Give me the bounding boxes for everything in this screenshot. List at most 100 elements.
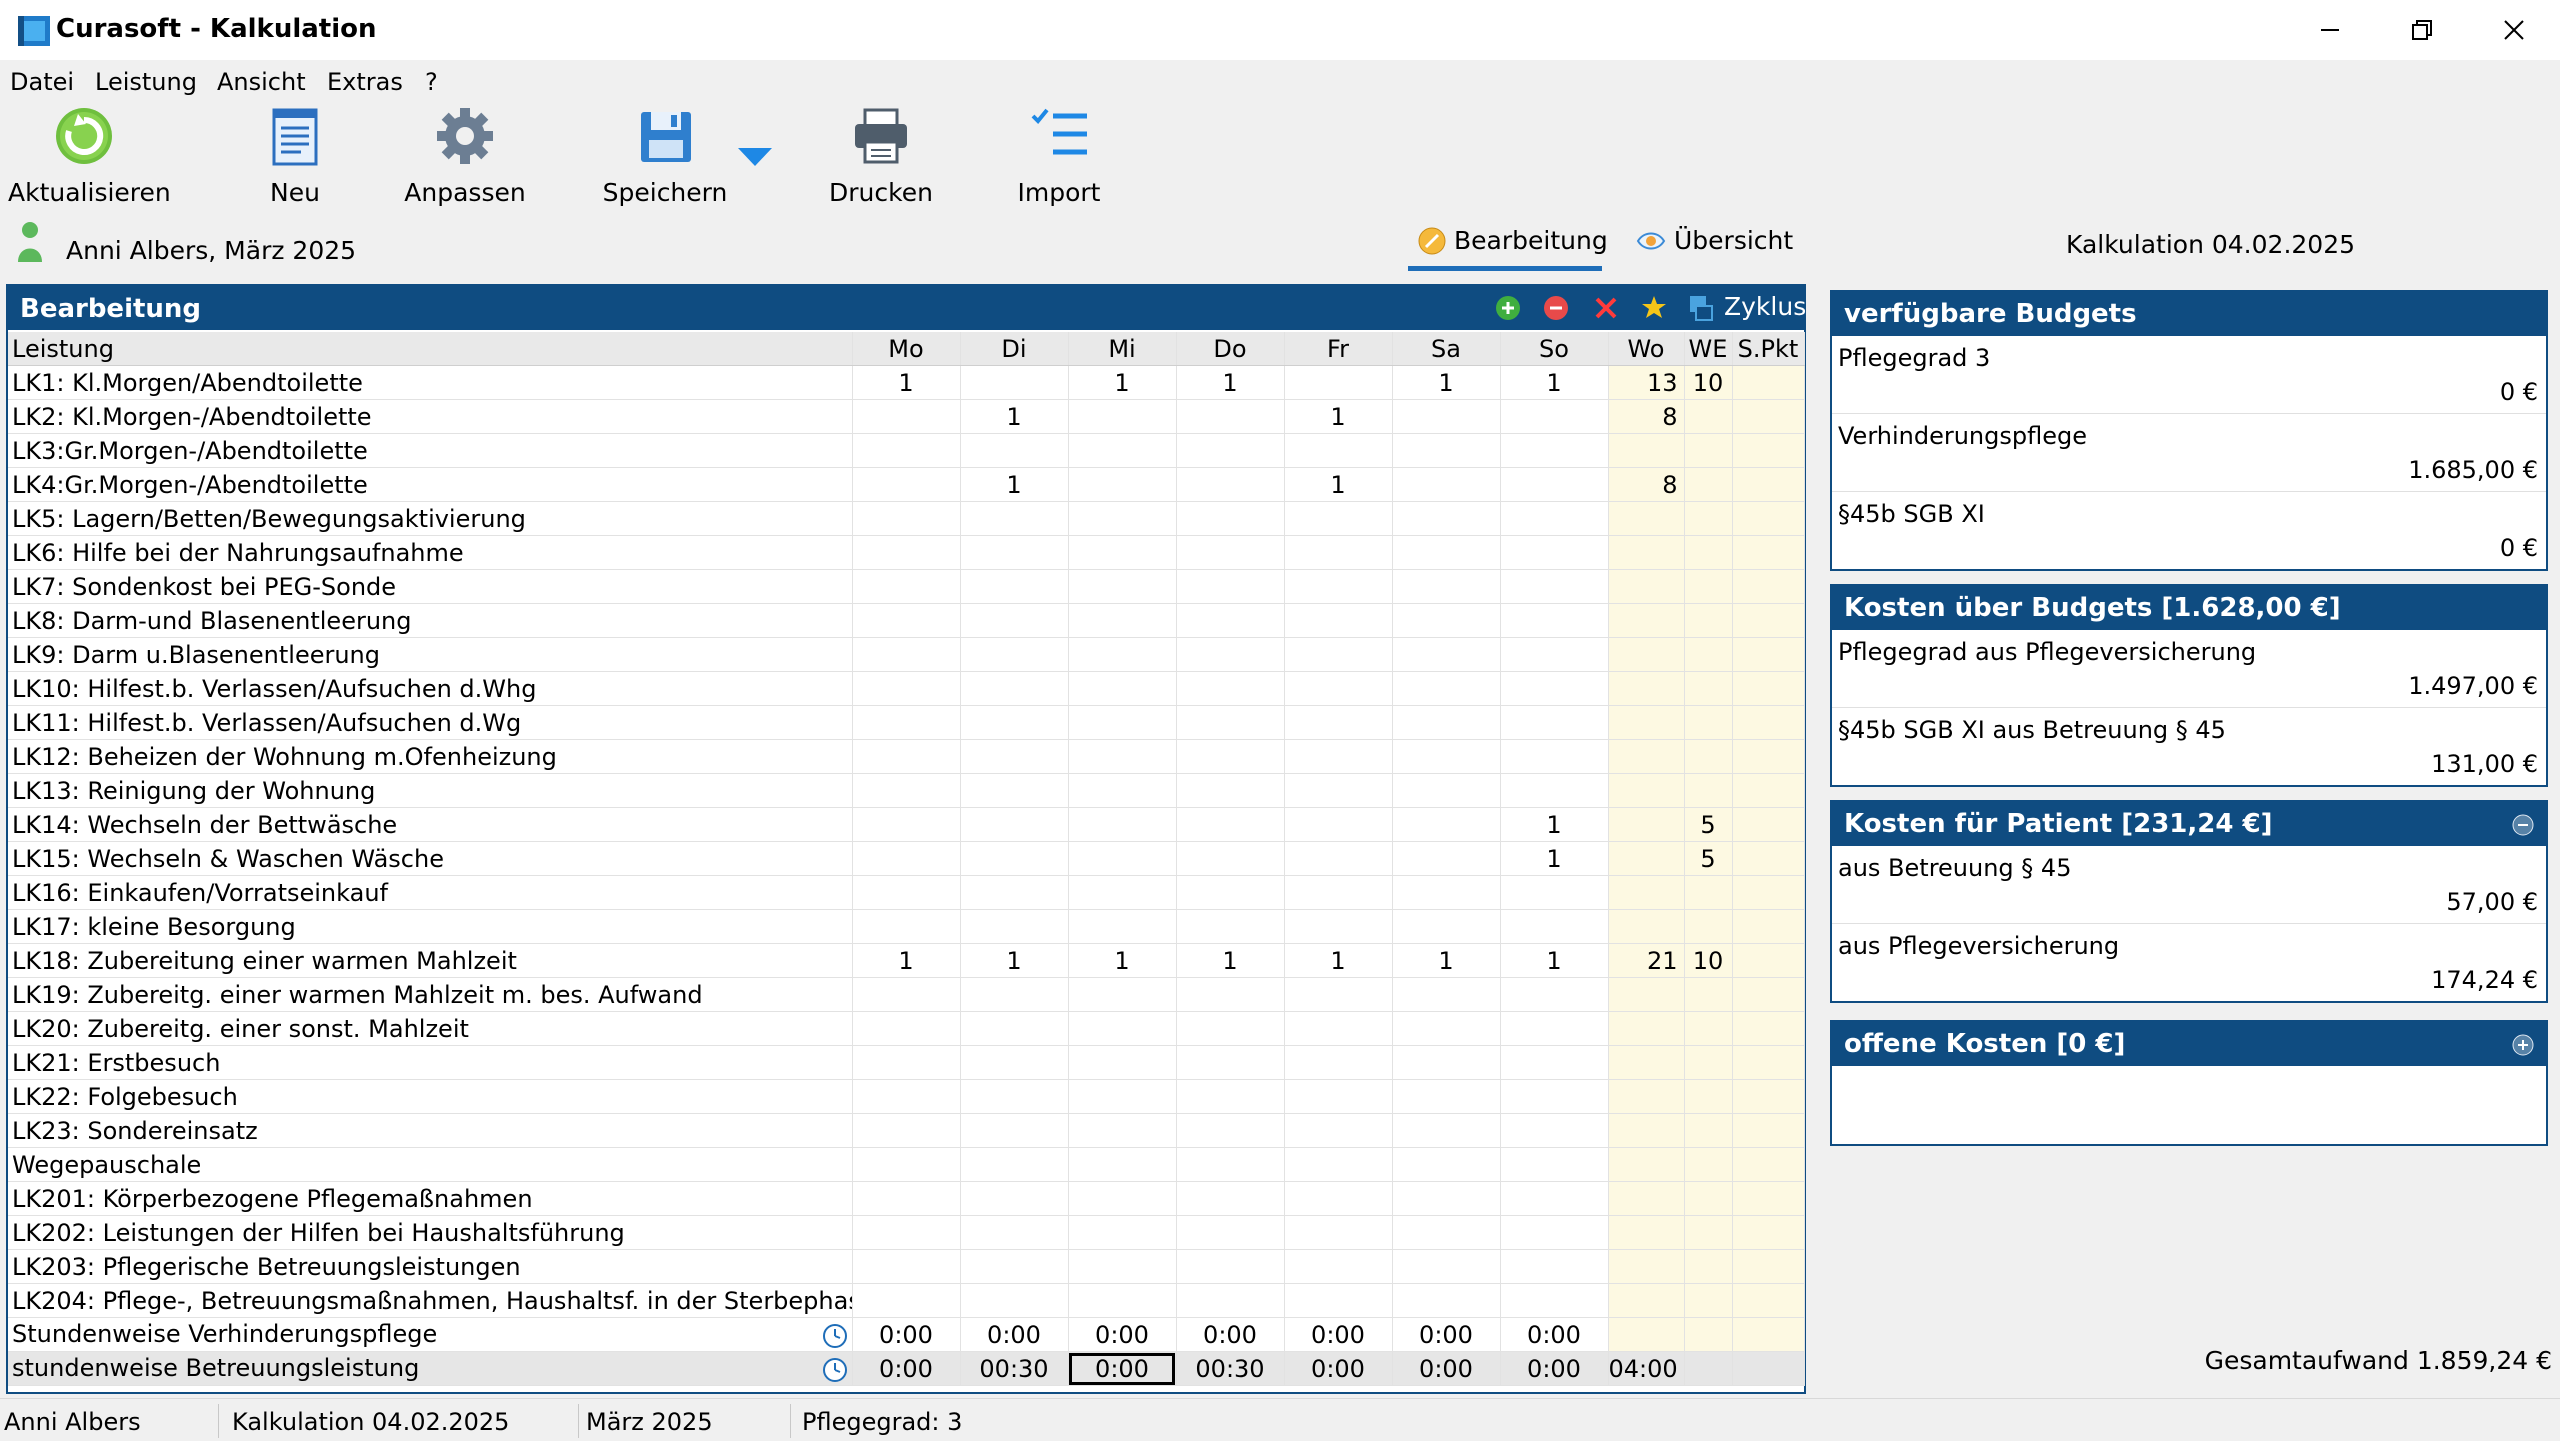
value-cell[interactable] (1500, 977, 1609, 1012)
value-cell[interactable]: 0:00 (852, 1317, 961, 1352)
value-cell[interactable] (1392, 1045, 1501, 1080)
value-cell[interactable] (960, 909, 1069, 944)
menu-extras[interactable]: Extras (327, 68, 403, 96)
value-cell[interactable] (960, 1181, 1069, 1216)
value-cell[interactable] (1392, 977, 1501, 1012)
value-cell[interactable] (1392, 1249, 1501, 1284)
value-cell[interactable] (1176, 535, 1285, 570)
value-cell[interactable] (1068, 705, 1177, 740)
service-row[interactable]: LK20: Zubereitg. einer sonst. Mahlzeit (8, 1011, 1805, 1046)
cycle-icon[interactable] (1688, 294, 1714, 322)
value-cell[interactable] (1608, 705, 1685, 740)
column-header[interactable]: S.Pkt (1732, 332, 1805, 366)
value-cell[interactable] (1176, 1113, 1285, 1148)
value-cell[interactable] (1392, 467, 1501, 502)
value-cell[interactable] (1176, 1147, 1285, 1182)
value-cell[interactable] (852, 807, 961, 842)
tab-uebersicht[interactable]: Übersicht (1636, 226, 1793, 255)
value-cell[interactable] (1500, 671, 1609, 706)
service-row[interactable]: LK5: Lagern/Betten/Bewegungsaktivierung (8, 501, 1805, 536)
value-cell[interactable] (1608, 1249, 1685, 1284)
value-cell[interactable] (1284, 535, 1393, 570)
value-cell[interactable] (1392, 739, 1501, 774)
value-cell[interactable] (960, 1045, 1069, 1080)
value-cell[interactable] (1284, 807, 1393, 842)
value-cell[interactable] (852, 909, 961, 944)
service-row[interactable]: LK10: Hilfest.b. Verlassen/Aufsuchen d.W… (8, 671, 1805, 706)
menu-leistung[interactable]: Leistung (95, 68, 197, 96)
value-cell[interactable] (1732, 1283, 1805, 1318)
value-cell[interactable] (1176, 705, 1285, 740)
value-cell[interactable] (1284, 739, 1393, 774)
value-cell[interactable] (1684, 637, 1733, 672)
value-cell[interactable] (1068, 807, 1177, 842)
value-cell[interactable] (960, 671, 1069, 706)
value-cell[interactable] (960, 705, 1069, 740)
column-header[interactable]: Fr (1284, 332, 1393, 366)
delete-icon[interactable] (1592, 294, 1620, 322)
value-cell[interactable]: 10 (1684, 365, 1733, 400)
value-cell[interactable] (1392, 1147, 1501, 1182)
value-cell[interactable] (1392, 841, 1501, 876)
service-row[interactable]: LK7: Sondenkost bei PEG-Sonde (8, 569, 1805, 604)
value-cell[interactable] (1176, 773, 1285, 808)
value-cell[interactable] (1176, 1079, 1285, 1114)
value-cell[interactable] (1068, 773, 1177, 808)
service-row[interactable]: LK202: Leistungen der Hilfen bei Haushal… (8, 1215, 1805, 1250)
value-cell[interactable] (1732, 739, 1805, 774)
value-cell[interactable] (1176, 467, 1285, 502)
value-cell[interactable] (1608, 773, 1685, 808)
column-header[interactable]: Mo (852, 332, 961, 366)
value-cell[interactable] (1176, 1215, 1285, 1250)
value-cell[interactable] (1684, 1147, 1733, 1182)
value-cell[interactable] (1500, 569, 1609, 604)
value-cell[interactable] (960, 1283, 1069, 1318)
value-cell[interactable] (852, 841, 961, 876)
value-cell[interactable] (1500, 1045, 1609, 1080)
value-cell[interactable] (1500, 909, 1609, 944)
value-cell[interactable] (1500, 467, 1609, 502)
magic-wand-icon[interactable] (1640, 294, 1668, 322)
value-cell[interactable] (1608, 433, 1685, 468)
value-cell[interactable] (1684, 1351, 1733, 1386)
value-cell[interactable] (960, 365, 1069, 400)
value-cell[interactable] (1068, 1045, 1177, 1080)
value-cell[interactable] (1392, 807, 1501, 842)
value-cell[interactable] (960, 1079, 1069, 1114)
value-cell[interactable] (1732, 705, 1805, 740)
value-cell[interactable] (852, 1181, 961, 1216)
value-cell[interactable] (852, 1113, 961, 1148)
value-cell[interactable] (1284, 1011, 1393, 1046)
value-cell[interactable]: 0:00 (1392, 1351, 1501, 1386)
service-row[interactable]: LK17: kleine Besorgung (8, 909, 1805, 944)
value-cell[interactable] (1684, 399, 1733, 434)
value-cell[interactable]: 1 (1284, 943, 1393, 978)
hourly-row[interactable]: Stundenweise Verhinderungspflege 0:00 0:00… (8, 1317, 1805, 1352)
value-cell[interactable] (1732, 1351, 1805, 1386)
value-cell[interactable]: 00:30 (960, 1351, 1069, 1386)
value-cell[interactable]: 0:00 (1176, 1317, 1285, 1352)
value-cell[interactable] (960, 841, 1069, 876)
value-cell[interactable] (1500, 1011, 1609, 1046)
value-cell[interactable]: 8 (1608, 467, 1685, 502)
value-cell[interactable] (1500, 1249, 1609, 1284)
value-cell[interactable] (1068, 1283, 1177, 1318)
value-cell[interactable] (1176, 399, 1285, 434)
value-cell[interactable] (1068, 535, 1177, 570)
value-cell[interactable]: 1 (960, 943, 1069, 978)
value-cell[interactable] (1176, 1249, 1285, 1284)
save-dropdown-icon[interactable] (736, 146, 774, 168)
value-cell[interactable] (1284, 977, 1393, 1012)
value-cell[interactable] (1608, 637, 1685, 672)
value-cell[interactable] (1608, 1317, 1685, 1352)
service-row[interactable]: LK12: Beheizen der Wohnung m.Ofenheizung (8, 739, 1805, 774)
value-cell[interactable] (1732, 365, 1805, 400)
value-cell[interactable] (1732, 1147, 1805, 1182)
value-cell[interactable] (960, 1147, 1069, 1182)
refresh-button[interactable]: Aktualisieren (8, 104, 171, 212)
value-cell[interactable] (1732, 433, 1805, 468)
value-cell[interactable]: 5 (1684, 807, 1733, 842)
value-cell[interactable] (852, 399, 961, 434)
value-cell[interactable] (1732, 1079, 1805, 1114)
hourly-row[interactable]: stundenweise Betreuungsleistung 0:00 00:30… (8, 1351, 1805, 1386)
